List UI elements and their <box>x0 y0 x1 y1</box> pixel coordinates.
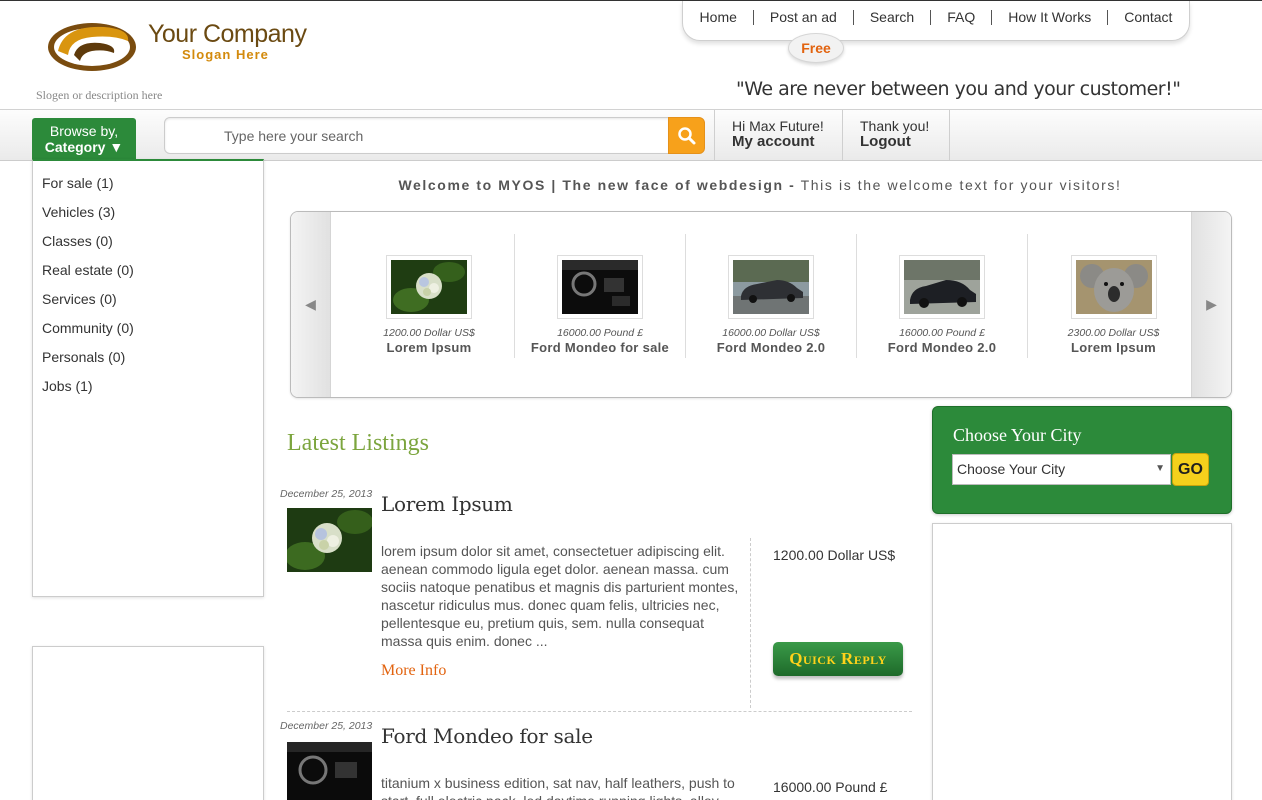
listing-title[interactable]: Ford Mondeo for sale <box>381 724 593 748</box>
company-logo[interactable] <box>44 11 144 75</box>
listing-title[interactable]: Lorem Ipsum <box>381 492 513 516</box>
car-thumbnail <box>728 255 814 319</box>
category-classes[interactable]: Classes (0) <box>42 233 263 262</box>
sidebar-ad-box <box>32 646 264 800</box>
carousel-item[interactable]: 1200.00 Dollar US$ Lorem Ipsum <box>344 234 515 358</box>
city-chooser-title: Choose Your City <box>953 425 1082 445</box>
carousel-item-title[interactable]: Ford Mondeo 2.0 <box>686 340 856 355</box>
listing-price: 16000.00 Pound £ <box>773 779 888 795</box>
search-button[interactable] <box>668 117 705 154</box>
chevron-down-icon: ▼ <box>1155 463 1165 474</box>
carousel-item-title[interactable]: Ford Mondeo 2.0 <box>857 340 1027 355</box>
city-select[interactable]: Choose Your City ▼ <box>952 454 1171 485</box>
browse-category-button[interactable]: Browse by, Category ▼ <box>32 118 136 160</box>
carousel-item-title[interactable]: Ford Mondeo for sale <box>515 340 685 355</box>
listing-thumbnail[interactable] <box>285 508 373 572</box>
flower-thumbnail <box>386 255 472 319</box>
category-vehicles[interactable]: Vehicles (3) <box>42 204 263 233</box>
greeting-text: Hi Max Future! <box>732 118 824 134</box>
carousel-item-price: 16000.00 Pound £ <box>557 327 643 339</box>
company-slogan: Slogan Here <box>182 47 269 62</box>
carousel-item[interactable]: 16000.00 Pound £ Ford Mondeo 2.0 <box>857 234 1028 358</box>
my-account-link[interactable]: Hi Max Future! My account <box>714 110 842 160</box>
my-account-label: My account <box>732 133 815 150</box>
city-chooser: Choose Your City Choose Your City ▼ GO <box>932 406 1232 514</box>
listing-description: lorem ipsum dolor sit amet, consectetuer… <box>381 543 739 649</box>
logout-link[interactable]: Thank you! Logout <box>842 110 950 160</box>
welcome-normal: This is the welcome text for your visito… <box>795 177 1122 193</box>
right-sidebar-box <box>932 523 1232 800</box>
carousel-item[interactable]: 16000.00 Pound £ Ford Mondeo for sale <box>515 234 686 358</box>
browse-label: Browse by, <box>49 123 119 139</box>
top-navigation: Home Post an ad Search FAQ How It Works … <box>682 1 1190 41</box>
category-personals[interactable]: Personals (0) <box>42 349 263 378</box>
go-button[interactable]: GO <box>1172 453 1209 486</box>
city-select-value: Choose Your City <box>957 461 1066 477</box>
free-badge[interactable]: Free <box>788 33 844 63</box>
company-name: Your Company <box>148 20 307 48</box>
carousel-item-price: 2300.00 Dollar US$ <box>1067 327 1160 339</box>
carousel-item-price: 16000.00 Dollar US$ <box>722 327 820 339</box>
nav-how-it-works[interactable]: How It Works <box>991 10 1107 25</box>
search-input[interactable] <box>165 118 669 153</box>
listing-date: December 25, 2013 <box>280 488 373 500</box>
more-info-link[interactable]: More Info <box>381 662 446 680</box>
search-field[interactable] <box>164 117 670 154</box>
listing-thumbnail[interactable] <box>287 742 372 800</box>
quick-reply-button[interactable]: Quick Reply <box>773 642 903 676</box>
latest-listings-heading: Latest Listings <box>287 430 429 456</box>
nav-home[interactable]: Home <box>684 10 753 25</box>
tagline-quote: "We are never between you and your custo… <box>736 78 1181 100</box>
category-jobs[interactable]: Jobs (1) <box>42 378 263 407</box>
listing-description: titanium x business edition, sat nav, ha… <box>381 775 735 800</box>
listing-date: December 25, 2013 <box>280 720 373 732</box>
listing-separator <box>287 711 912 712</box>
category-real-estate[interactable]: Real estate (0) <box>42 262 263 291</box>
category-community[interactable]: Community (0) <box>42 320 263 349</box>
dashboard-thumbnail <box>557 255 643 319</box>
carousel-item[interactable]: 2300.00 Dollar US$ Lorem Ipsum <box>1028 234 1199 358</box>
listing-price: 1200.00 Dollar US$ <box>773 547 896 563</box>
category-for-sale[interactable]: For sale (1) <box>42 175 263 204</box>
logout-label: Logout <box>860 133 911 150</box>
nav-search[interactable]: Search <box>852 10 930 25</box>
carousel-item-price: 16000.00 Pound £ <box>899 327 985 339</box>
nav-post-an-ad[interactable]: Post an ad <box>752 10 853 25</box>
category-list: For sale (1) Vehicles (3) Classes (0) Re… <box>32 159 264 597</box>
site-description: Slogen or description here <box>36 88 163 102</box>
welcome-text: Welcome to MYOS | The new face of webdes… <box>290 177 1230 193</box>
carousel-item-title[interactable]: Lorem Ipsum <box>344 340 514 355</box>
carousel-item-price: 1200.00 Dollar US$ <box>383 327 475 339</box>
koala-thumbnail <box>1070 255 1157 319</box>
listing-divider <box>750 538 751 708</box>
thanks-text: Thank you! <box>860 118 930 134</box>
nav-contact[interactable]: Contact <box>1107 10 1188 25</box>
category-services[interactable]: Services (0) <box>42 291 263 320</box>
carousel-item-title[interactable]: Lorem Ipsum <box>1028 340 1199 355</box>
magnifier-icon <box>678 127 696 145</box>
welcome-bold: Welcome to MYOS | The new face of webdes… <box>398 177 796 193</box>
nav-faq[interactable]: FAQ <box>930 10 991 25</box>
featured-carousel: ◀ ▶ 1200.00 Dollar US$ Lorem Ipsum 16000… <box>290 211 1232 398</box>
car-thumbnail <box>899 255 985 319</box>
carousel-prev-arrow-icon[interactable]: ◀ <box>291 212 331 397</box>
browse-category-label: Category ▼ <box>44 139 124 155</box>
carousel-item[interactable]: 16000.00 Dollar US$ Ford Mondeo 2.0 <box>686 234 857 358</box>
